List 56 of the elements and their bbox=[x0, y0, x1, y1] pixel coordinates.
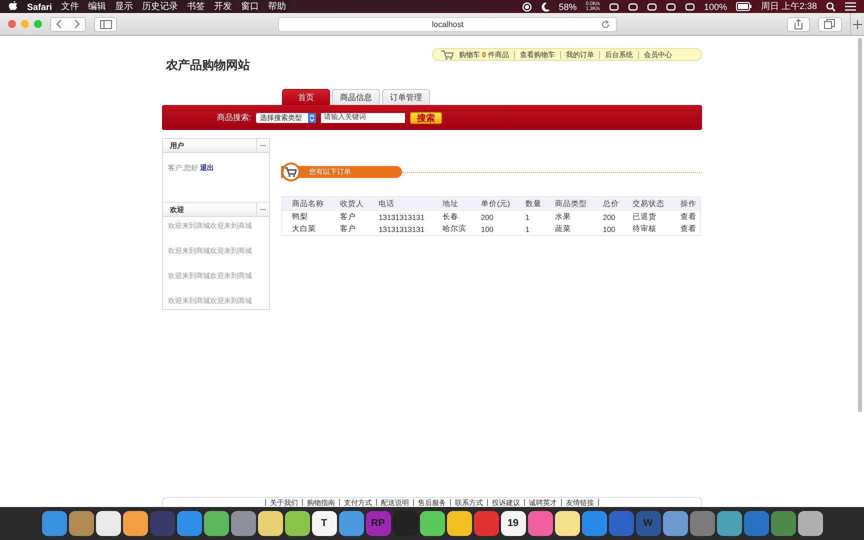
app-icon[interactable] bbox=[258, 511, 282, 536]
apple-icon[interactable] bbox=[8, 0, 18, 13]
sidebar-button[interactable] bbox=[94, 16, 118, 32]
back-forward-buttons[interactable] bbox=[50, 16, 86, 32]
app-icon[interactable] bbox=[420, 511, 444, 536]
menu-item[interactable]: 显示 bbox=[115, 0, 134, 13]
record-icon[interactable] bbox=[522, 2, 532, 12]
menu-item[interactable]: 书签 bbox=[187, 0, 206, 13]
app-icon[interactable] bbox=[554, 511, 580, 536]
clock[interactable]: 周日 上午2:38 bbox=[760, 0, 817, 13]
app-icon[interactable] bbox=[798, 511, 822, 536]
nav-tab[interactable]: 订单管理 bbox=[382, 89, 430, 105]
site-title: 农产品购物网站 bbox=[164, 57, 250, 74]
address-bar[interactable]: localhost bbox=[278, 16, 618, 32]
menu-item[interactable]: 文件 bbox=[61, 0, 80, 13]
scrollbar[interactable] bbox=[858, 38, 862, 412]
menu-item[interactable]: 开发 bbox=[214, 0, 232, 13]
tabs-icon bbox=[824, 19, 836, 29]
list-icon[interactable] bbox=[845, 2, 856, 11]
minus-icon bbox=[260, 208, 266, 210]
nav-tab[interactable]: 商品信息 bbox=[332, 89, 380, 105]
battery-icon[interactable] bbox=[736, 2, 752, 11]
app-menu[interactable]: Safari bbox=[27, 2, 52, 12]
app-icon[interactable] bbox=[96, 511, 120, 536]
search-button[interactable]: 搜索 bbox=[410, 112, 442, 124]
menu-item[interactable]: 编辑 bbox=[88, 0, 106, 13]
search-label: 商品搜索: bbox=[217, 112, 252, 123]
caret-icon bbox=[308, 112, 316, 122]
app-icon[interactable] bbox=[284, 511, 310, 536]
url-text: localhost bbox=[432, 20, 464, 28]
battery-level: 100% bbox=[704, 2, 727, 12]
menu-item[interactable]: 帮助 bbox=[268, 0, 286, 13]
moon-icon[interactable] bbox=[540, 2, 550, 12]
menu-item[interactable]: 窗口 bbox=[241, 0, 260, 13]
cart-icon bbox=[441, 50, 454, 60]
app-icon[interactable] bbox=[528, 511, 552, 536]
app-icon[interactable]: 19 bbox=[500, 511, 526, 536]
reload-icon[interactable] bbox=[601, 20, 610, 28]
app-icon[interactable] bbox=[662, 511, 688, 536]
battery-percent: 58% bbox=[558, 2, 577, 12]
nav-tab[interactable]: 首页 bbox=[282, 89, 330, 105]
new-tab-button[interactable] bbox=[850, 13, 864, 35]
share-icon bbox=[794, 18, 804, 30]
minus-icon bbox=[260, 144, 266, 146]
menu-item[interactable]: 历史记录 bbox=[142, 0, 178, 13]
search-icon[interactable] bbox=[826, 2, 836, 12]
app-icon[interactable] bbox=[122, 511, 148, 536]
share-button[interactable] bbox=[787, 16, 810, 32]
app-icon[interactable] bbox=[716, 511, 742, 536]
plus-icon bbox=[852, 20, 862, 28]
app-icon[interactable]: T bbox=[312, 511, 336, 536]
app-icon[interactable] bbox=[338, 511, 364, 536]
app-icon[interactable] bbox=[204, 511, 228, 536]
sidebar-icon bbox=[100, 20, 112, 28]
app-icon[interactable] bbox=[446, 511, 472, 536]
tabs-button[interactable] bbox=[818, 16, 842, 32]
